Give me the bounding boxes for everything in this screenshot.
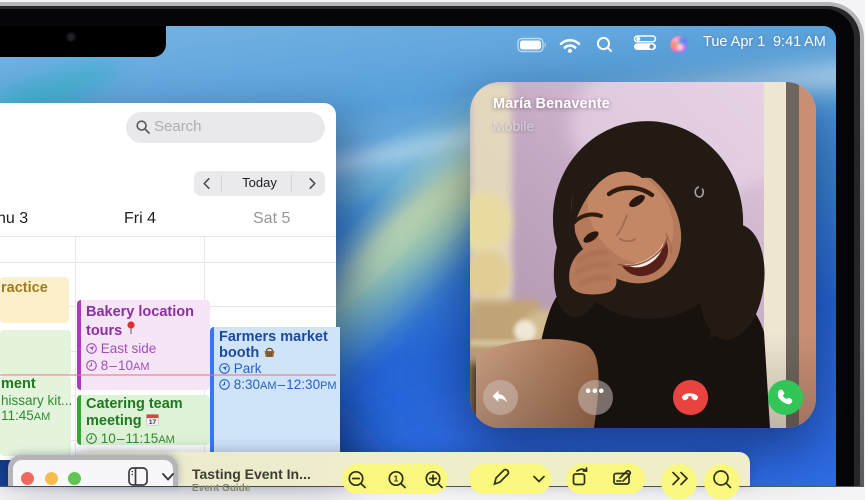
- svg-text:1: 1: [394, 474, 399, 484]
- svg-text:17: 17: [149, 419, 157, 426]
